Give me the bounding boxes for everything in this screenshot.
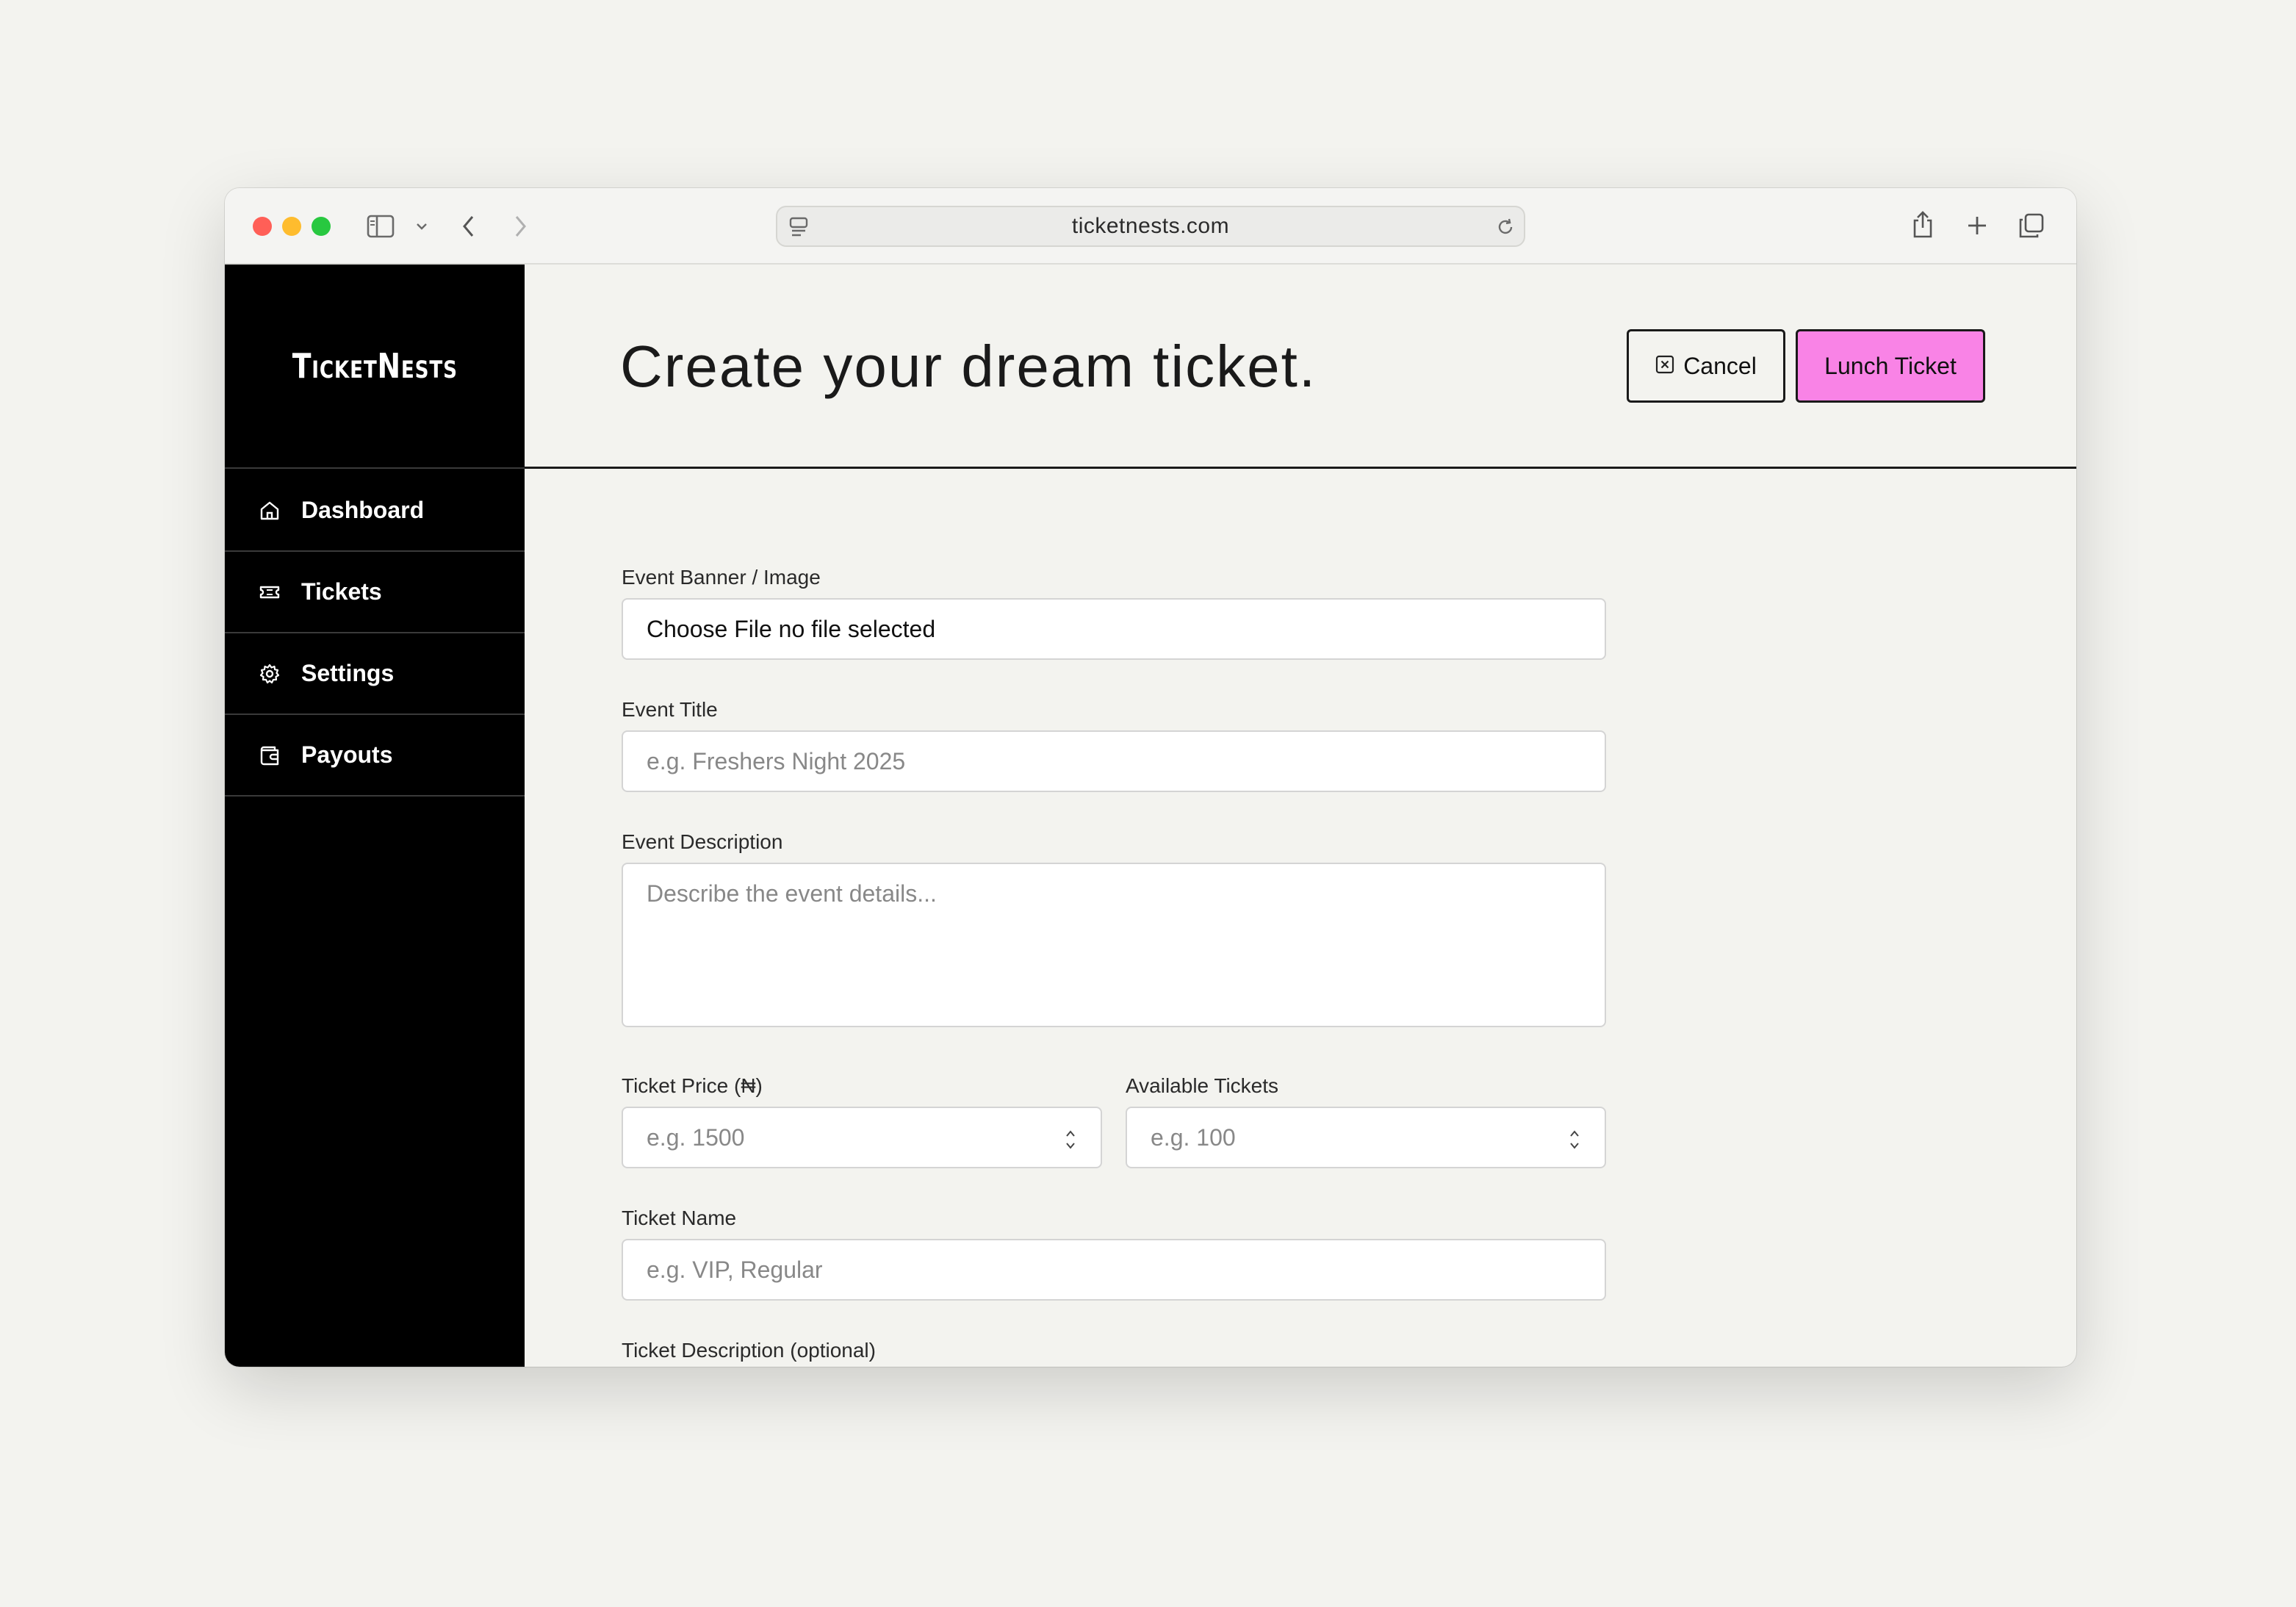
banner-file-input[interactable]: Choose File no file selected: [622, 598, 1606, 660]
minimize-window-button[interactable]: [282, 217, 301, 236]
back-arrow-icon[interactable]: [458, 212, 479, 241]
url-text: ticketnests.com: [1071, 214, 1230, 238]
share-icon[interactable]: [1910, 209, 1935, 241]
ticket-name-input[interactable]: e.g. VIP, Regular: [622, 1239, 1606, 1301]
sidebar-item-label: Tickets: [301, 578, 382, 605]
file-input-text: Choose File no file selected: [647, 615, 936, 642]
ticket-price-placeholder: e.g. 1500: [647, 1124, 745, 1151]
tab-overview-icon[interactable]: [2018, 212, 2045, 240]
launch-ticket-button[interactable]: Lunch Ticket: [1796, 329, 1985, 403]
main-content: Create your dream ticket. Cancel Lunch T…: [525, 265, 2076, 1367]
gear-icon: [259, 663, 281, 685]
sidebar-item-payouts[interactable]: Payouts: [225, 715, 525, 797]
browser-window: ticketnests.com TicketNests Dashboard Ti…: [225, 188, 2076, 1367]
address-bar[interactable]: ticketnests.com: [776, 206, 1525, 247]
event-title-label: Event Title: [622, 698, 718, 721]
forward-arrow-icon[interactable]: [510, 212, 530, 241]
page-title: Create your dream ticket.: [620, 334, 1317, 399]
sidebar-item-label: Payouts: [301, 741, 393, 768]
available-tickets-input[interactable]: e.g. 100: [1126, 1107, 1606, 1168]
ticket-price-input[interactable]: e.g. 1500: [622, 1107, 1102, 1168]
available-tickets-label: Available Tickets: [1126, 1074, 1279, 1097]
event-description-label: Event Description: [622, 830, 783, 853]
sidebar-item-label: Settings: [301, 660, 395, 686]
event-description-textarea[interactable]: Describe the event details...: [622, 863, 1606, 1027]
event-title-input[interactable]: e.g. Freshers Night 2025: [622, 730, 1606, 792]
sidebar-item-tickets[interactable]: Tickets: [225, 552, 525, 633]
home-icon: [259, 500, 281, 522]
event-description-placeholder: Describe the event details...: [647, 880, 937, 907]
wallet-icon: [259, 744, 281, 766]
launch-ticket-button-label: Lunch Ticket: [1824, 352, 1957, 379]
ticket-name-label: Ticket Name: [622, 1207, 737, 1229]
sidebar-item-settings[interactable]: Settings: [225, 633, 525, 715]
number-stepper-icon[interactable]: [1569, 1127, 1580, 1152]
ticket-price-label: Ticket Price (₦): [622, 1074, 763, 1097]
ticket-description-label: Ticket Description (optional): [622, 1339, 876, 1362]
cancel-button[interactable]: Cancel: [1627, 329, 1785, 403]
number-stepper-icon[interactable]: [1065, 1127, 1076, 1152]
sidebar-item-dashboard[interactable]: Dashboard: [225, 470, 525, 552]
sidebar: TicketNests Dashboard Tickets Settings P: [225, 265, 525, 1367]
browser-toolbar: ticketnests.com: [225, 188, 2076, 265]
zoom-window-button[interactable]: [312, 217, 331, 236]
close-square-icon: [1655, 355, 1674, 378]
logo-text: TicketNests: [292, 346, 458, 386]
sidebar-item-label: Dashboard: [301, 497, 425, 523]
page-header: Create your dream ticket. Cancel Lunch T…: [525, 265, 2076, 469]
ticket-name-placeholder: e.g. VIP, Regular: [647, 1256, 823, 1283]
banner-label: Event Banner / Image: [622, 566, 821, 589]
new-tab-icon[interactable]: [1965, 213, 1990, 238]
available-tickets-placeholder: e.g. 100: [1151, 1124, 1236, 1151]
sidebar-toggle-icon[interactable]: [366, 213, 395, 240]
chevron-down-icon[interactable]: [413, 219, 431, 234]
event-title-placeholder: e.g. Freshers Night 2025: [647, 747, 906, 774]
cancel-button-label: Cancel: [1683, 352, 1757, 379]
close-window-button[interactable]: [253, 217, 272, 236]
ticket-icon: [259, 581, 281, 603]
logo[interactable]: TicketNests: [225, 265, 525, 469]
reload-icon[interactable]: [1494, 216, 1516, 238]
